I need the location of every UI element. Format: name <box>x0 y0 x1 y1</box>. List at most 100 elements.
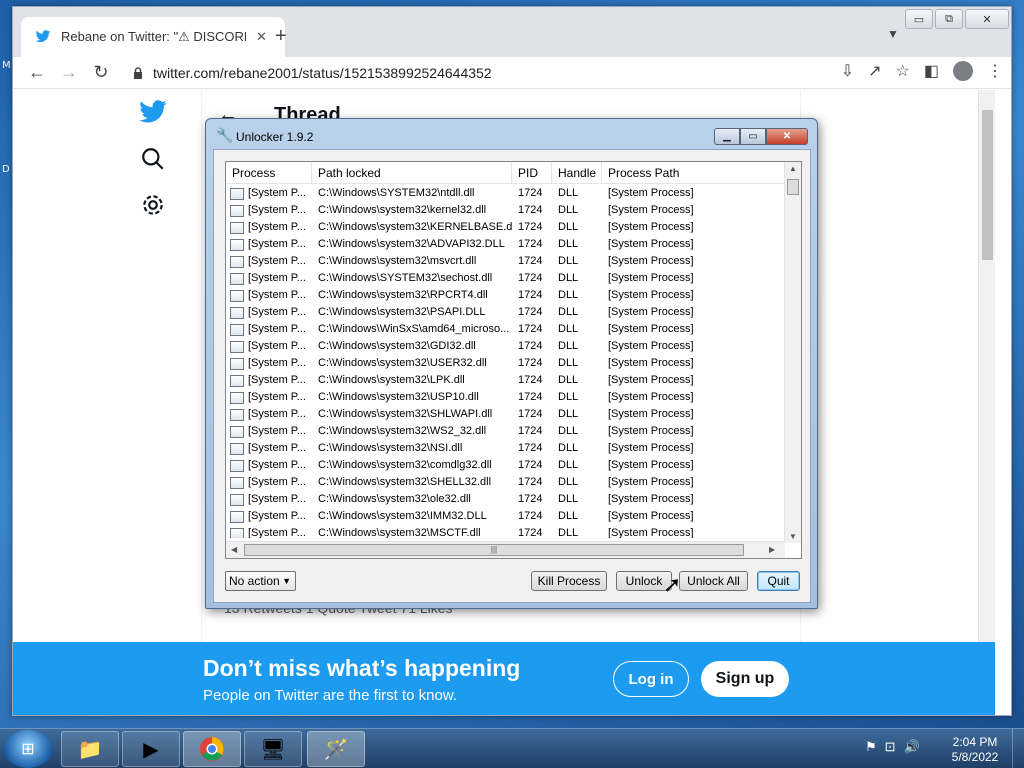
tab-search-chevron-icon[interactable]: ▼ <box>887 27 899 41</box>
list-row[interactable]: [System P... C:\Windows\system32\ADVAPI32… <box>226 236 785 253</box>
scroll-right-arrow-icon[interactable]: ▶ <box>769 545 775 554</box>
column-header[interactable]: Handle <box>552 162 602 183</box>
process-window-icon <box>230 204 244 217</box>
action-select[interactable]: No action ▼ <box>225 571 296 591</box>
unlock-all-button[interactable]: Unlock All <box>679 571 748 591</box>
quit-button[interactable]: Quit <box>757 571 800 591</box>
list-row[interactable]: [System P... C:\Windows\system32\PSAPI.DL… <box>226 304 785 321</box>
row-cell: 1724 <box>518 459 543 471</box>
clock[interactable]: 2:04 PM 5/8/2022 <box>940 735 1010 765</box>
kill-process-button[interactable]: Kill Process <box>531 571 607 591</box>
list-row[interactable]: [System P... C:\Windows\system32\USP10.dl… <box>226 389 785 406</box>
install-app-icon[interactable]: ⇩ <box>841 61 854 81</box>
twitter-logo-icon[interactable] <box>138 100 168 126</box>
list-row[interactable]: [System P... C:\Windows\system32\IMM32.DL… <box>226 508 785 525</box>
chrome-taskbar-icon[interactable] <box>183 731 241 767</box>
list-hscroll-thumb[interactable]: ||| <box>244 544 744 556</box>
bookmark-star-icon[interactable]: ☆ <box>896 61 910 81</box>
new-tab-button[interactable]: + <box>275 25 287 48</box>
list-row[interactable]: [System P... C:\Windows\WinSxS\amd64_micr… <box>226 321 785 338</box>
volume-icon[interactable]: 🔊 <box>904 739 920 755</box>
settings-gear-icon[interactable] <box>140 192 166 218</box>
list-vertical-scrollbar[interactable]: ▲ ▼ <box>784 162 801 543</box>
list-row[interactable]: [System P... C:\Windows\system32\kernel32… <box>226 202 785 219</box>
list-row[interactable]: [System P... C:\Windows\system32\comdlg32… <box>226 457 785 474</box>
back-icon[interactable]: ← <box>21 62 53 83</box>
browser-tab[interactable]: Rebane on Twitter: "⚠ DISCORD ✕ <box>21 17 285 57</box>
process-window-icon <box>230 510 244 523</box>
reload-icon[interactable]: ↻ <box>85 62 117 83</box>
column-header[interactable]: Process Path <box>602 162 785 183</box>
network-icon[interactable]: ⊡ <box>885 739 896 755</box>
row-process-cell: [System P... <box>226 423 312 440</box>
signup-button[interactable]: Sign up <box>701 661 789 697</box>
row-cell: DLL <box>558 272 579 284</box>
start-button[interactable]: ⊞ <box>4 730 52 768</box>
tab-close-icon[interactable]: ✕ <box>256 29 267 45</box>
row-process-cell: [System P... <box>226 389 312 406</box>
list-row[interactable]: [System P... C:\Windows\system32\GDI32.dl… <box>226 338 785 355</box>
unlocker-taskbar-icon[interactable]: 🪄 <box>307 731 365 767</box>
profile-avatar-icon[interactable] <box>953 61 973 81</box>
dialog-close-button[interactable]: ✕ <box>766 128 808 145</box>
list-row[interactable]: [System P... C:\Windows\system32\MSCTF.dl… <box>226 525 785 538</box>
share-icon[interactable]: ↗ <box>868 61 881 81</box>
forward-icon[interactable]: → <box>53 62 85 83</box>
address-bar[interactable]: twitter.com/rebane2001/status/1521538992… <box>133 60 813 86</box>
scrollbar-thumb[interactable] <box>982 110 993 260</box>
minimize-button[interactable]: ▭ <box>905 9 933 29</box>
dialog-maximize-button[interactable]: ▭ <box>740 128 766 145</box>
process-window-icon <box>230 493 244 506</box>
row-cell: [System Process] <box>608 476 694 488</box>
dialog-minimize-button[interactable]: ▁ <box>714 128 740 145</box>
maximize-button[interactable]: ⧉ <box>935 9 963 29</box>
row-process-cell: [System P... <box>226 491 312 508</box>
scroll-up-arrow-icon[interactable]: ▲ <box>789 164 797 173</box>
page-scrollbar[interactable] <box>978 90 995 715</box>
show-desktop-button[interactable] <box>1012 729 1024 768</box>
side-panel-icon[interactable]: ◧ <box>924 61 939 81</box>
action-center-flag-icon[interactable]: ⚑ <box>865 739 877 755</box>
scroll-down-arrow-icon[interactable]: ▼ <box>789 532 797 541</box>
locked-handles-list[interactable]: Process Path locked PID Handle Process Path … <box>225 161 802 559</box>
list-row[interactable]: [System P... C:\Windows\system32\KERNELBA… <box>226 219 785 236</box>
list-row[interactable]: [System P... C:\Windows\system32\ole32.dl… <box>226 491 785 508</box>
row-cell: DLL <box>558 493 579 505</box>
explorer-taskbar-icon[interactable]: 📁 <box>61 731 119 767</box>
media-player-taskbar-icon[interactable]: ▶ <box>122 731 180 767</box>
list-row[interactable]: [System P... C:\Windows\system32\NSI.dll 1… <box>226 440 785 457</box>
list-row[interactable]: [System P... C:\Windows\system32\SHLWAPI.… <box>226 406 785 423</box>
list-row[interactable]: [System P... C:\Windows\SYSTEM32\ntdll.dl… <box>226 185 785 202</box>
menu-kebab-icon[interactable]: ⋮ <box>987 61 1003 81</box>
process-window-icon <box>230 425 244 438</box>
row-process-cell: [System P... <box>226 304 312 321</box>
scroll-left-arrow-icon[interactable]: ◀ <box>231 545 237 554</box>
list-row[interactable]: [System P... C:\Windows\system32\msvcrt.d… <box>226 253 785 270</box>
control-panel-taskbar-icon[interactable]: 🖥 <box>244 731 302 767</box>
process-window-icon <box>230 289 244 302</box>
row-cell: C:\Windows\system32\USP10.dll <box>318 391 479 403</box>
list-row[interactable]: [System P... C:\Windows\SYSTEM32\sechost.… <box>226 270 785 287</box>
list-row[interactable]: [System P... C:\Windows\system32\USER32.d… <box>226 355 785 372</box>
close-button[interactable]: ✕ <box>965 9 1009 29</box>
row-process-cell: [System P... <box>226 287 312 304</box>
column-header[interactable]: PID <box>512 162 552 183</box>
process-window-icon <box>230 357 244 370</box>
list-row[interactable]: [System P... C:\Windows\system32\WS2_32.d… <box>226 423 785 440</box>
column-header[interactable]: Path locked <box>312 162 512 183</box>
login-button[interactable]: Log in <box>613 661 689 697</box>
row-process-cell: [System P... <box>226 270 312 287</box>
list-row[interactable]: [System P... C:\Windows\system32\LPK.dll 1… <box>226 372 785 389</box>
search-icon[interactable] <box>140 146 166 172</box>
row-process-cell: [System P... <box>226 474 312 491</box>
column-header[interactable]: Process <box>226 162 312 183</box>
list-horizontal-scrollbar[interactable]: ◀ ||| ▶ <box>226 541 785 558</box>
list-row[interactable]: [System P... C:\Windows\system32\RPCRT4.d… <box>226 287 785 304</box>
clock-time: 2:04 PM <box>952 735 998 749</box>
list-row[interactable]: [System P... C:\Windows\system32\SHELL32.… <box>226 474 785 491</box>
list-scroll-thumb[interactable] <box>787 179 799 195</box>
cell-text: [System P... <box>248 255 306 267</box>
row-cell: [System Process] <box>608 425 694 437</box>
row-cell: [System Process] <box>608 187 694 199</box>
cell-text: [System P... <box>248 493 306 505</box>
